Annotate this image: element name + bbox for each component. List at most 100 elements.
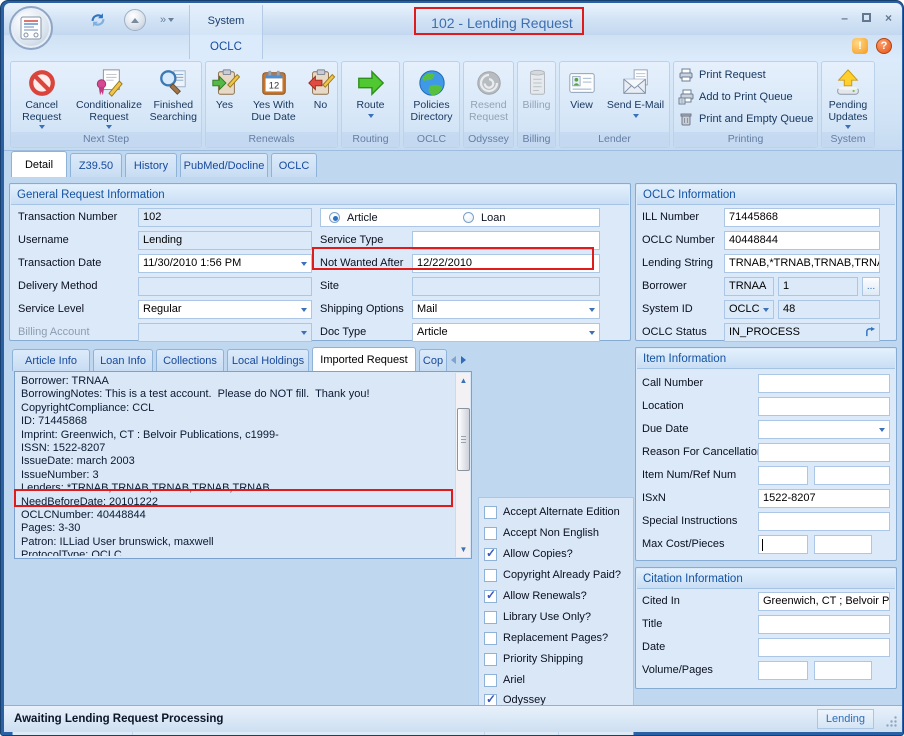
cited-in-field[interactable]: Greenwich, CT ; Belvoir P bbox=[758, 592, 890, 611]
renewal-no-button[interactable]: No bbox=[305, 62, 337, 132]
scroll-up-icon[interactable]: ▲ bbox=[456, 373, 471, 388]
checkbox-icon bbox=[484, 611, 497, 624]
conditionalize-request-button[interactable]: Conditionalize Request bbox=[72, 62, 145, 132]
imported-request-text-panel[interactable]: Borrower: TRNAA BorrowingNotes: This is … bbox=[14, 371, 472, 559]
route-button[interactable]: Route bbox=[343, 62, 398, 132]
pending-updates-button[interactable]: Pending Updates bbox=[822, 62, 874, 132]
checkbox-accept-non-english[interactable]: Accept Non English bbox=[484, 525, 599, 541]
volume-field[interactable] bbox=[758, 661, 808, 680]
send-email-button[interactable]: Send E-Mail bbox=[603, 62, 669, 132]
service-type-field[interactable] bbox=[412, 231, 600, 250]
checkbox-icon bbox=[484, 632, 497, 645]
borrower-symbol-field[interactable]: TRNAA bbox=[724, 277, 774, 296]
username-field[interactable]: Lending bbox=[138, 231, 312, 250]
citation-title-field[interactable] bbox=[758, 615, 890, 634]
close-button[interactable]: × bbox=[885, 11, 892, 25]
lending-string-field[interactable]: TRNAB,*TRNAB,TRNAB,TRNAB, bbox=[724, 254, 880, 273]
resize-grip[interactable] bbox=[885, 715, 898, 728]
tab-loan-info[interactable]: Loan Info bbox=[93, 349, 153, 371]
finished-searching-button[interactable]: Finished Searching bbox=[146, 62, 201, 132]
billing-account-field[interactable] bbox=[138, 323, 312, 342]
refresh-button[interactable] bbox=[86, 9, 110, 31]
ribbon-group-oclc: Policies Directory OCLC bbox=[403, 61, 460, 148]
isxn-field[interactable]: 1522-8207 bbox=[758, 489, 890, 508]
minimize-button[interactable]: – bbox=[841, 11, 848, 25]
add-to-print-queue-button[interactable]: Add to Print Queue bbox=[678, 86, 817, 108]
doc-type-field[interactable]: Article bbox=[412, 323, 600, 342]
tab-z3950[interactable]: Z39.50 bbox=[70, 153, 122, 177]
system-id-number-field[interactable]: 48 bbox=[778, 300, 880, 319]
dropdown-arrow-icon bbox=[845, 125, 851, 129]
special-instructions-field[interactable] bbox=[758, 512, 890, 531]
tab-collections[interactable]: Collections bbox=[156, 349, 224, 371]
cancel-request-button[interactable]: Cancel Request bbox=[11, 62, 72, 132]
resend-request-button[interactable]: Resend Request bbox=[464, 62, 513, 132]
oclc-status-field[interactable]: IN_PROCESS bbox=[724, 323, 880, 342]
ref-num-field[interactable] bbox=[814, 466, 890, 485]
application-menu-button[interactable] bbox=[9, 6, 53, 50]
site-field[interactable] bbox=[412, 277, 600, 296]
system-id-combo[interactable]: OCLC bbox=[724, 300, 774, 319]
loan-radio[interactable] bbox=[463, 212, 474, 223]
delivery-method-field[interactable] bbox=[138, 277, 312, 296]
vertical-scrollbar[interactable]: ▲ ▼ bbox=[455, 373, 470, 557]
checkbox-copyright-already-paid[interactable]: Copyright Already Paid? bbox=[484, 567, 621, 583]
tab-copies[interactable]: Cop bbox=[419, 349, 447, 371]
help-icon[interactable]: ? bbox=[876, 38, 892, 54]
renewal-yes-button[interactable]: Yes bbox=[207, 62, 243, 132]
refresh-status-icon[interactable] bbox=[865, 327, 876, 342]
service-level-field[interactable]: Regular bbox=[138, 300, 312, 319]
article-radio[interactable] bbox=[329, 212, 340, 223]
ill-number-field[interactable]: 71445868 bbox=[724, 208, 880, 227]
checkbox-library-use-only[interactable]: Library Use Only? bbox=[484, 609, 591, 625]
due-date-field[interactable] bbox=[758, 420, 890, 439]
dropdown-arrow-icon bbox=[301, 331, 307, 335]
globe-icon bbox=[417, 66, 447, 100]
transaction-date-field[interactable]: 11/30/2010 1:56 PM bbox=[138, 254, 312, 273]
location-label: Location bbox=[642, 397, 684, 416]
tab-article-info[interactable]: Article Info bbox=[12, 349, 90, 371]
citation-date-field[interactable] bbox=[758, 638, 890, 657]
pages-field[interactable] bbox=[814, 661, 872, 680]
borrower-more-button[interactable]: ... bbox=[862, 277, 880, 296]
maximize-button[interactable] bbox=[862, 11, 871, 25]
item-num-field[interactable] bbox=[758, 466, 808, 485]
shipping-options-field[interactable]: Mail bbox=[412, 300, 600, 319]
feedback-icon[interactable]: ! bbox=[852, 38, 868, 54]
ribbon-tab-oclc[interactable]: OCLC bbox=[210, 35, 242, 59]
oclc-number-field[interactable]: 40448844 bbox=[724, 231, 880, 250]
tab-scroll-right-button[interactable] bbox=[459, 353, 468, 367]
max-cost-field[interactable] bbox=[758, 535, 808, 554]
tab-local-holdings[interactable]: Local Holdings bbox=[227, 349, 309, 371]
customize-quick-access-toolbar-button[interactable]: » bbox=[160, 14, 174, 26]
renewal-yes-with-due-date-button[interactable]: 12 Yes With Due Date bbox=[243, 62, 305, 132]
tab-detail[interactable]: Detail bbox=[11, 151, 67, 177]
pieces-field[interactable] bbox=[814, 535, 872, 554]
tab-imported-request[interactable]: Imported Request bbox=[312, 347, 416, 371]
collapse-ribbon-button[interactable] bbox=[124, 9, 146, 31]
borrower-sequence-field[interactable]: 1 bbox=[778, 277, 858, 296]
tab-scroll-left-button[interactable] bbox=[449, 353, 458, 367]
not-wanted-after-field[interactable]: 12/22/2010 bbox=[412, 254, 600, 273]
transaction-number-field[interactable]: 102 bbox=[138, 208, 312, 227]
checkbox-accept-alternate-edition[interactable]: Accept Alternate Edition bbox=[484, 504, 620, 520]
checkbox-priority-shipping[interactable]: Priority Shipping bbox=[484, 651, 583, 667]
checkbox-allow-renewals[interactable]: Allow Renewals? bbox=[484, 588, 587, 604]
view-lender-button[interactable]: View bbox=[561, 62, 603, 132]
call-number-field[interactable] bbox=[758, 374, 890, 393]
checkbox-allow-copies[interactable]: Allow Copies? bbox=[484, 546, 573, 562]
scroll-down-icon[interactable]: ▼ bbox=[456, 542, 471, 557]
tab-oclc[interactable]: OCLC bbox=[271, 153, 317, 177]
tab-history[interactable]: History bbox=[125, 153, 177, 177]
billing-button[interactable]: Billing bbox=[518, 62, 555, 132]
reason-for-cancellation-field[interactable] bbox=[758, 443, 890, 462]
tab-pubmed-docline[interactable]: PubMed/Docline bbox=[180, 153, 268, 177]
oclc-information-box: OCLC Information ILL Number 71445868 OCL… bbox=[635, 183, 897, 341]
policies-directory-button[interactable]: Policies Directory bbox=[404, 62, 459, 132]
scrollbar-thumb[interactable] bbox=[457, 408, 470, 471]
location-field[interactable] bbox=[758, 397, 890, 416]
checkbox-replacement-pages[interactable]: Replacement Pages? bbox=[484, 630, 608, 646]
print-request-button[interactable]: Print Request bbox=[678, 64, 817, 86]
checkbox-ariel[interactable]: Ariel bbox=[484, 672, 525, 688]
print-and-empty-queue-button[interactable]: Print and Empty Queue bbox=[678, 108, 817, 130]
